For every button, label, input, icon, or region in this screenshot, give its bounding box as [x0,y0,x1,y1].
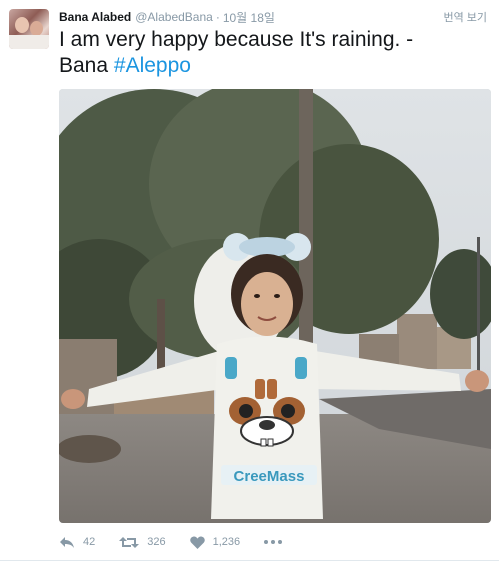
retweet-icon [119,536,140,548]
sweatshirt-print-text: CreeMass [234,468,305,485]
author-handle[interactable]: @AlabedBana [135,10,213,24]
translate-link[interactable]: 번역 보기 [443,9,487,25]
retweet-button[interactable]: 326 [119,536,166,549]
reply-button[interactable]: 42 [59,536,95,549]
photo-image: CreeMass [59,89,491,523]
more-icon [264,540,283,544]
more-button[interactable] [264,540,290,544]
hashtag-link[interactable]: #Aleppo [114,54,191,77]
heart-icon [189,536,205,549]
tweet[interactable]: Bana Alabed @AlabedBana · 10월 18일 번역 보기 … [0,0,499,561]
tweet-actions: 42 326 1,236 [59,533,314,551]
tweet-photo[interactable]: CreeMass [59,89,491,523]
tweet-text-line1: I am very happy because It's raining. - [59,28,414,51]
reply-count: 42 [83,536,96,548]
retweet-count: 326 [147,536,166,548]
like-button[interactable]: 1,236 [189,536,241,549]
author-name[interactable]: Bana Alabed [59,10,131,24]
reply-icon [60,536,74,548]
tweet-header: Bana Alabed @AlabedBana · 10월 18일 번역 보기 [59,9,487,25]
timestamp[interactable]: 10월 18일 [223,9,275,26]
tweet-text-signature: Bana [59,54,114,77]
like-count: 1,236 [212,536,241,548]
tweet-text-line2: Bana #Aleppo [59,53,489,79]
tweet-text: I am very happy because It's raining. - … [59,27,489,79]
separator-dot: · [215,10,220,24]
avatar[interactable] [9,9,49,49]
